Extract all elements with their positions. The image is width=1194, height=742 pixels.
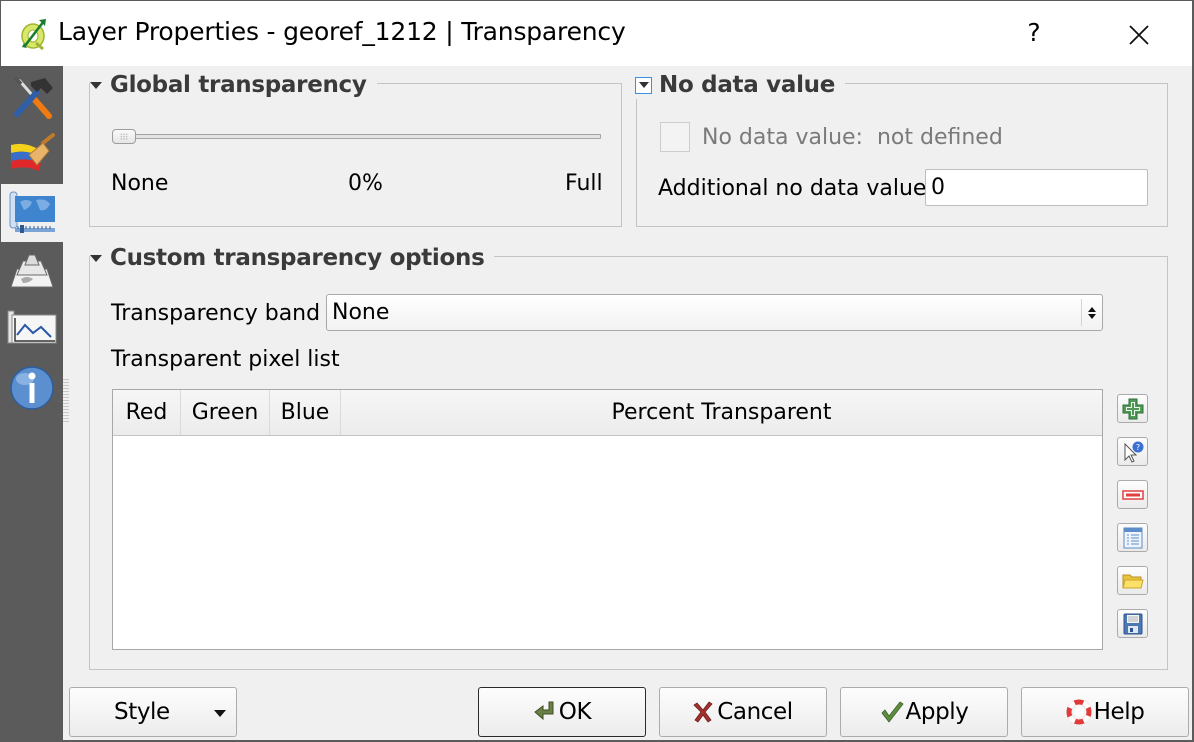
qgis-logo-icon — [21, 19, 46, 51]
add-value-from-display-button[interactable]: ? — [1117, 437, 1148, 466]
remove-value-button[interactable] — [1117, 480, 1148, 509]
save-icon — [1123, 613, 1142, 634]
pointer-query-icon: ? — [1124, 441, 1143, 463]
no-data-value-label: No data value: not defined — [702, 125, 1003, 150]
add-icon — [1122, 398, 1143, 419]
add-value-manually-button[interactable] — [1117, 394, 1148, 423]
column-header-percent-transparent[interactable]: Percent Transparent — [341, 390, 1102, 435]
help-button[interactable]: Help — [1021, 687, 1189, 737]
no-data-value-status: not defined — [876, 125, 1003, 150]
ok-button-label: OK — [558, 699, 592, 725]
style-menu-button[interactable]: Style — [69, 687, 237, 737]
sidebar-item-style[interactable] — [1, 128, 63, 184]
transparency-band-value: None — [332, 300, 390, 325]
transparency-slider-handle[interactable] — [112, 129, 136, 144]
column-header-blue[interactable]: Blue — [270, 390, 341, 435]
close-icon[interactable] — [1119, 15, 1159, 55]
tools-icon — [13, 76, 53, 119]
sidebar-item-histogram[interactable] — [1, 300, 63, 356]
context-help-button[interactable]: ? — [1019, 13, 1049, 53]
no-data-group-checkbox[interactable] — [635, 76, 652, 94]
checkmark-icon — [880, 701, 904, 723]
custom-transparency-title: Custom transparency options — [110, 245, 485, 271]
slider-max-label: Full — [565, 171, 603, 196]
custom-transparency-header[interactable]: Custom transparency options — [90, 244, 495, 272]
sidebar-item-pyramids[interactable] — [1, 244, 63, 300]
properties-sidebar — [1, 66, 63, 740]
layer-properties-dialog: Layer Properties - georef_1212 | Transpa… — [1, 1, 1192, 740]
global-transparency-title: Global transparency — [110, 72, 367, 98]
remove-icon — [1121, 489, 1144, 500]
transparent-pixel-table[interactable]: Red Green Blue Percent Transparent — [112, 389, 1103, 650]
no-data-value-caption: No data value: — [702, 125, 863, 150]
collapse-arrow-icon[interactable] — [90, 81, 102, 89]
additional-no-data-input[interactable]: 0 — [925, 169, 1148, 206]
title-bar: Layer Properties - georef_1212 | Transpa… — [1, 1, 1192, 66]
cancel-x-icon — [693, 701, 713, 723]
export-to-file-button[interactable] — [1117, 609, 1148, 638]
apply-button[interactable]: Apply — [840, 687, 1008, 737]
slider-min-label: None — [111, 171, 169, 196]
info-icon — [10, 366, 54, 410]
folder-open-icon — [1121, 574, 1144, 588]
cancel-button[interactable]: Cancel — [659, 687, 827, 737]
table-defaults-icon — [1123, 527, 1142, 548]
transparency-band-select[interactable]: None — [326, 294, 1103, 331]
sidebar-resize-handle[interactable] — [63, 379, 69, 423]
svg-text:?: ? — [1135, 443, 1139, 452]
ok-button[interactable]: OK — [478, 687, 646, 737]
histogram-icon — [7, 310, 57, 344]
window-title: Layer Properties - georef_1212 | Transpa… — [58, 17, 626, 46]
slider-value-label: 0% — [348, 171, 383, 196]
column-header-green[interactable]: Green — [181, 390, 270, 435]
collapse-arrow-icon[interactable] — [90, 254, 102, 262]
table-header: Red Green Blue Percent Transparent — [113, 390, 1102, 436]
sidebar-item-general[interactable] — [1, 69, 63, 125]
style-button-label: Style — [114, 699, 170, 725]
sidebar-item-transparency[interactable] — [1, 184, 63, 242]
import-from-file-button[interactable] — [1117, 566, 1148, 595]
sidebar-item-metadata[interactable] — [1, 358, 63, 418]
cancel-button-label: Cancel — [717, 699, 793, 725]
column-header-red[interactable]: Red — [113, 390, 181, 435]
transparency-slider[interactable] — [113, 134, 601, 139]
pyramid-icon — [10, 254, 54, 288]
help-button-label: Help — [1093, 699, 1145, 725]
global-transparency-group — [89, 83, 622, 227]
chevron-down-icon — [214, 710, 226, 717]
apply-button-label: Apply — [905, 699, 969, 725]
no-data-title: No data value — [659, 72, 836, 98]
ok-arrow-icon — [534, 701, 554, 721]
transparent-pixel-list-label: Transparent pixel list — [111, 347, 340, 372]
additional-no-data-label: Additional no data value — [658, 176, 927, 201]
collapse-arrow-icon — [638, 82, 649, 88]
no-data-header[interactable]: No data value — [635, 71, 846, 99]
default-values-button[interactable] — [1117, 523, 1148, 552]
global-transparency-header[interactable]: Global transparency — [90, 71, 377, 99]
paint-brush-icon — [11, 133, 55, 171]
transparency-band-label: Transparency band — [111, 301, 321, 326]
transparency-map-icon — [9, 191, 55, 233]
no-data-value-checkbox[interactable] — [660, 122, 690, 152]
spinner-arrows-icon — [1081, 299, 1102, 326]
lifebuoy-icon — [1066, 699, 1092, 725]
